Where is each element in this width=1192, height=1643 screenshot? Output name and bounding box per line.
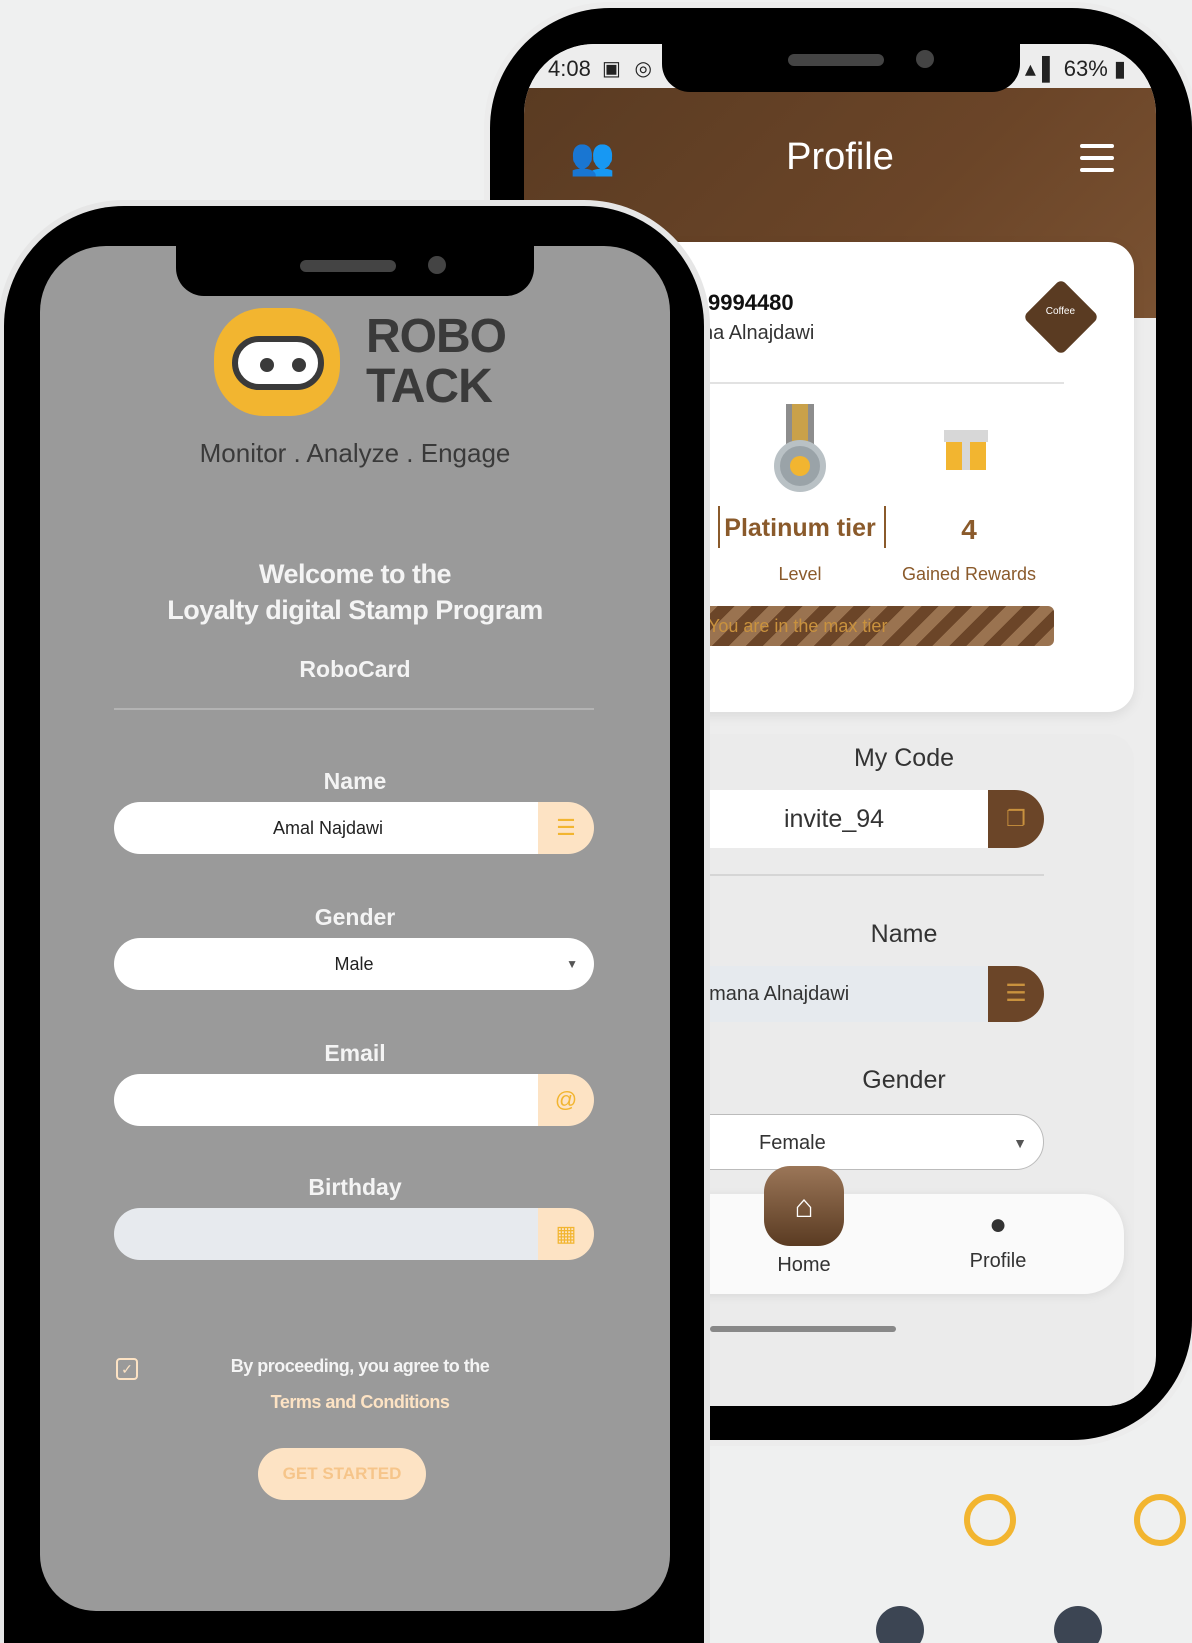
birthday-field-button[interactable]: ▦ [538,1208,594,1260]
user-icon[interactable]: ● [978,1208,1018,1242]
copy-code-button[interactable]: ❐ [988,790,1044,848]
name-field-button[interactable]: ☰ [988,966,1044,1022]
phone-notch [176,246,534,296]
page-title: Profile [786,136,894,178]
welcome-heading: Welcome to the Loyalty digital Stamp Pro… [167,559,543,625]
chevron-down-icon: ▼ [1013,1135,1027,1151]
battery-level: 63% [1063,56,1108,81]
name-field-button[interactable]: ☰ [538,802,594,854]
nav-home-label[interactable]: Home [744,1254,864,1277]
level-label: Level [778,564,822,584]
stat-separator [884,506,886,548]
rewards-label: Gained Rewards [901,564,1037,584]
name-label: Name [323,768,387,794]
gender-select-value: Female [759,1132,826,1154]
coffee-brand-logo: Coffee [1022,278,1100,356]
nav-profile-label[interactable]: Profile [948,1250,1048,1273]
birthday-label: Birthday [308,1174,402,1200]
decorative-dot [876,1606,924,1643]
gender-select[interactable]: Female ▼ [674,1114,1044,1170]
gender-select[interactable]: Male ▼ [114,938,594,990]
status-time: 4:08 [548,56,591,81]
terms-text: By proceeding, you agree to the [230,1356,490,1376]
signup-screen: ROBO TACK Monitor . Analyze . Engage Wel… [40,246,670,1611]
customer-name: na Alnajdawi [702,322,815,344]
gender-label: Gender [314,904,396,930]
home-indicator [710,1326,896,1332]
status-right: ▴ ▌ 63% ▮ [1024,56,1126,81]
decorative-ring [964,1494,1016,1546]
decorative-ring [1134,1494,1186,1546]
email-field-button[interactable]: @ [538,1074,594,1126]
logo-tagline: Monitor . Analyze . Engage [199,438,511,468]
nav-home-button[interactable]: ⌂ [764,1166,844,1246]
invite-code-field[interactable]: invite_94 [674,790,994,848]
my-code-title: My Code [853,744,955,772]
list-icon: ☰ [1005,980,1027,1007]
robotack-logo-text: ROBO TACK [366,310,507,413]
calendar-icon: ▦ [555,1221,577,1246]
gender-select-value: Male [334,954,374,974]
divider [684,382,1064,384]
home-icon: ⌂ [794,1188,814,1224]
name-field[interactable]: Jumana Alnajdawi [674,966,994,1022]
gift-icon [944,420,988,470]
terms-link[interactable]: Terms and Conditions [140,1392,580,1413]
chevron-down-icon: ▼ [566,957,578,971]
list-icon: ☰ [556,815,576,840]
signal-icon: ▴ ▌ [1024,56,1058,81]
email-field[interactable] [114,1074,542,1126]
gender-label: Gender [862,1066,946,1094]
name-label: Name [870,920,938,948]
robotack-logo-icon [214,308,340,416]
medal-icon [774,404,826,492]
name-field[interactable]: Amal Najdawi [114,802,542,854]
email-label: Email [324,1040,386,1066]
decorative-dot [1054,1606,1102,1643]
hamburger-menu-icon[interactable] [1080,144,1114,180]
level-value: Platinum tier [724,514,876,542]
rewards-value: 4 [961,514,977,545]
phone-notch [662,40,1020,92]
at-sign-icon: @ [554,1087,578,1112]
divider [684,874,1044,876]
divider [114,708,594,710]
terms-checkbox[interactable]: ✓ [116,1358,138,1380]
tier-progress-bar: You are in the max tier [684,606,1054,646]
copy-icon: ❐ [1006,806,1026,831]
coffee-brand-text: Coffee [1045,305,1076,317]
get-started-button[interactable]: GET STARTED [258,1448,426,1500]
customer-phone: 9994480 [708,290,794,315]
program-name: RoboCard [299,656,411,682]
birthday-field[interactable] [114,1208,542,1260]
